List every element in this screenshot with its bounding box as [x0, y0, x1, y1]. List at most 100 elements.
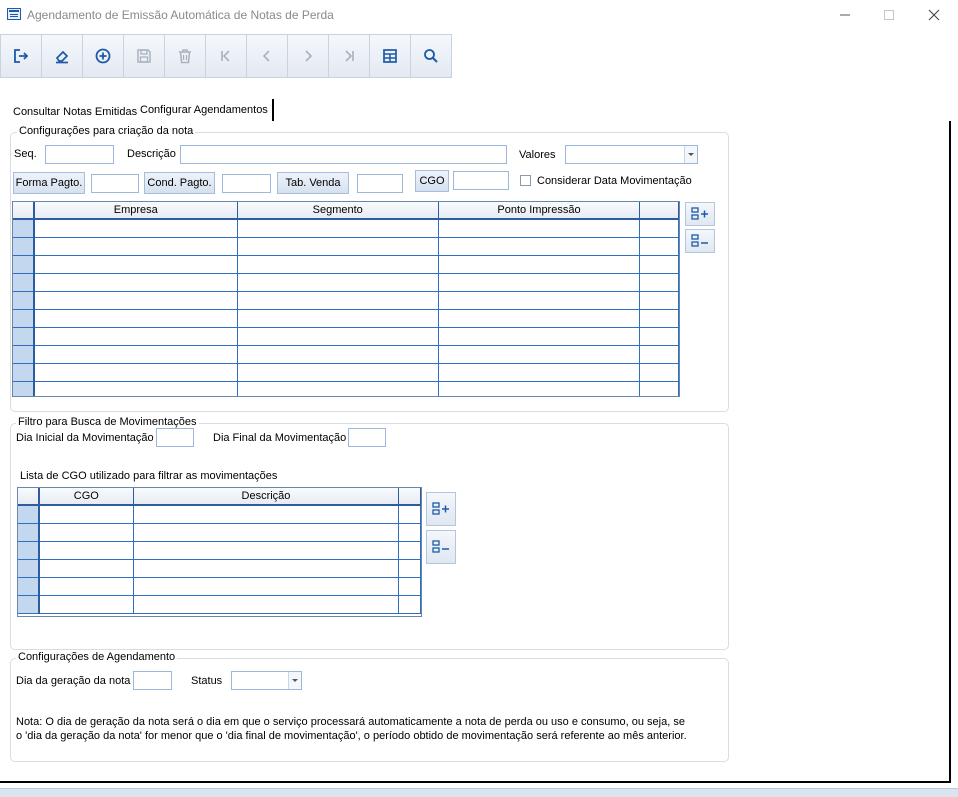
chevron-down-icon[interactable]	[684, 146, 697, 163]
table-cell[interactable]	[33, 255, 238, 274]
table-cell[interactable]	[438, 237, 641, 256]
table-cell[interactable]	[33, 309, 238, 328]
table-cell[interactable]	[639, 309, 679, 328]
row-indicator[interactable]	[13, 255, 35, 274]
row-indicator[interactable]	[13, 291, 35, 310]
column-header-ponto-impressao[interactable]: Ponto Impressão	[438, 202, 641, 220]
table-cell[interactable]	[639, 273, 679, 292]
table-cell[interactable]	[237, 273, 439, 292]
table-cell[interactable]	[38, 559, 134, 578]
table-cell[interactable]	[438, 327, 641, 346]
table-cell[interactable]	[639, 291, 679, 310]
table-cell[interactable]	[639, 237, 679, 256]
table-cell[interactable]	[438, 309, 641, 328]
forma-pagto-button[interactable]: Forma Pagto.	[13, 172, 85, 194]
column-header-descricao[interactable]: Descrição	[133, 488, 400, 506]
next-button[interactable]	[287, 34, 329, 78]
table-cell[interactable]	[438, 381, 641, 396]
table-cell[interactable]	[438, 219, 641, 238]
row-indicator[interactable]	[13, 309, 35, 328]
table-row[interactable]	[18, 559, 421, 578]
table-cell[interactable]	[33, 237, 238, 256]
table-cell[interactable]	[237, 363, 439, 382]
table-cell[interactable]	[398, 577, 421, 596]
valores-select[interactable]	[565, 145, 698, 164]
table-cell[interactable]	[438, 255, 641, 274]
row-indicator[interactable]	[18, 595, 40, 614]
table-cell[interactable]	[237, 255, 439, 274]
table-row[interactable]	[18, 595, 421, 614]
column-header-cgo[interactable]: CGO	[38, 488, 134, 506]
table-cell[interactable]	[33, 273, 238, 292]
row-indicator[interactable]	[18, 505, 40, 524]
table-cell[interactable]	[237, 219, 439, 238]
empresa-grid[interactable]: Empresa Segmento Ponto Impressão	[12, 201, 680, 397]
tab-configurar-agendamentos[interactable]: Configurar Agendamentos	[138, 99, 274, 121]
table-cell[interactable]	[38, 541, 134, 560]
tab-venda-input[interactable]	[357, 174, 403, 193]
table-cell[interactable]	[639, 345, 679, 364]
maximize-button[interactable]	[866, 0, 912, 30]
table-cell[interactable]	[133, 559, 400, 578]
table-cell[interactable]	[398, 523, 421, 542]
table-cell[interactable]	[237, 309, 439, 328]
table-row[interactable]	[18, 523, 421, 542]
table-cell[interactable]	[38, 523, 134, 542]
table-cell[interactable]	[133, 577, 400, 596]
exit-button[interactable]	[0, 34, 42, 78]
table-row[interactable]	[13, 255, 679, 274]
table-cell[interactable]	[38, 595, 134, 614]
row-indicator[interactable]	[18, 523, 40, 542]
table-cell[interactable]	[33, 381, 238, 396]
table-cell[interactable]	[33, 219, 238, 238]
table-cell[interactable]	[33, 291, 238, 310]
remove-cgo-button[interactable]	[426, 530, 456, 564]
table-cell[interactable]	[398, 559, 421, 578]
table-cell[interactable]	[438, 273, 641, 292]
save-button[interactable]	[123, 34, 165, 78]
chevron-down-icon[interactable]	[288, 672, 301, 689]
table-cell[interactable]	[237, 327, 439, 346]
table-row[interactable]	[13, 345, 679, 364]
table-cell[interactable]	[438, 363, 641, 382]
close-button[interactable]	[911, 0, 957, 30]
table-cell[interactable]	[237, 237, 439, 256]
table-cell[interactable]	[398, 505, 421, 524]
row-indicator[interactable]	[13, 273, 35, 292]
table-cell[interactable]	[33, 363, 238, 382]
table-cell[interactable]	[237, 345, 439, 364]
table-cell[interactable]	[133, 505, 400, 524]
search-button[interactable]	[410, 34, 452, 78]
cgo-input[interactable]	[453, 171, 509, 190]
dia-inicial-input[interactable]	[156, 428, 194, 447]
table-cell[interactable]	[639, 255, 679, 274]
table-cell[interactable]	[38, 505, 134, 524]
cgo-button[interactable]: CGO	[415, 170, 449, 192]
table-cell[interactable]	[639, 381, 679, 396]
descricao-input[interactable]	[180, 145, 507, 164]
table-row[interactable]	[13, 219, 679, 238]
table-row[interactable]	[13, 291, 679, 310]
seq-input[interactable]	[45, 145, 114, 164]
table-row[interactable]	[18, 505, 421, 524]
table-row[interactable]	[18, 541, 421, 560]
first-button[interactable]	[205, 34, 247, 78]
row-indicator[interactable]	[13, 345, 35, 364]
dia-geracao-input[interactable]	[133, 671, 172, 690]
table-row[interactable]	[13, 309, 679, 328]
table-row[interactable]	[13, 381, 679, 396]
row-indicator[interactable]	[18, 577, 40, 596]
prev-button[interactable]	[246, 34, 288, 78]
dia-final-input[interactable]	[348, 428, 386, 447]
table-cell[interactable]	[237, 381, 439, 396]
cond-pagto-input[interactable]	[222, 174, 271, 193]
minimize-button[interactable]	[822, 0, 868, 30]
row-indicator[interactable]	[13, 327, 35, 346]
table-cell[interactable]	[398, 595, 421, 614]
table-cell[interactable]	[639, 327, 679, 346]
table-row[interactable]	[13, 327, 679, 346]
table-cell[interactable]	[639, 219, 679, 238]
add-empresa-button[interactable]	[685, 202, 715, 226]
considerar-data-checkbox[interactable]	[520, 175, 531, 186]
table-cell[interactable]	[398, 541, 421, 560]
